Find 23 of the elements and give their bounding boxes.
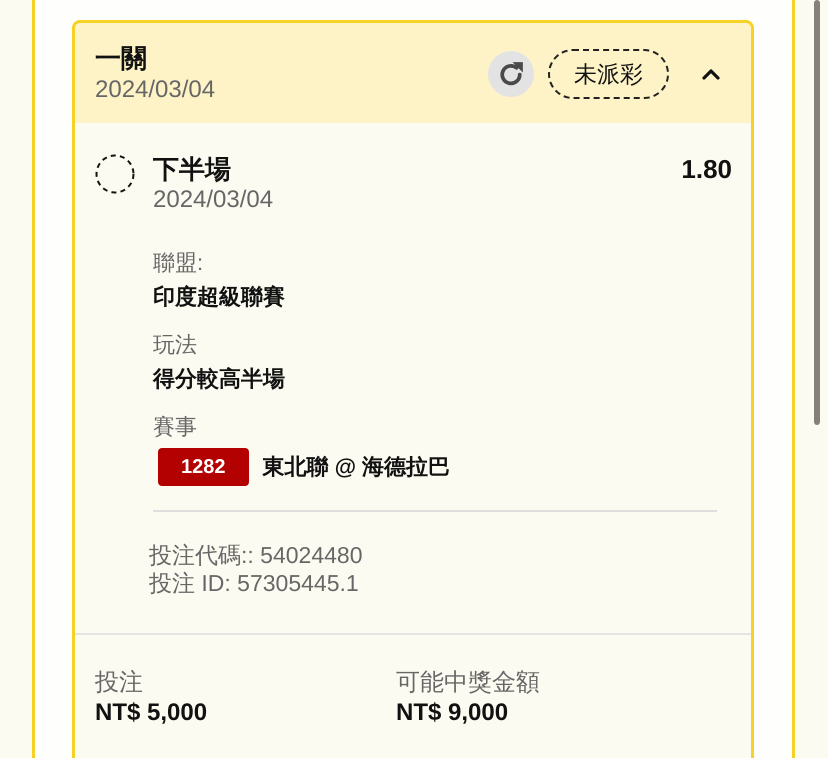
- bet-date: 2024/03/04: [95, 75, 216, 105]
- detail-label: 賽事: [153, 413, 198, 441]
- selection-date: 2024/03/04: [153, 185, 274, 215]
- scrollbar-thumb[interactable]: [814, 0, 820, 425]
- radio-button[interactable]: [95, 154, 135, 194]
- summary-amount: NT$ 9,000: [396, 698, 510, 728]
- detail-value: 得分較高半場: [153, 365, 286, 393]
- detail-label: 聯盟:: [153, 249, 204, 277]
- summary-label: 投注: [95, 668, 144, 698]
- bet-reference: 投注 ID: 57305445.1: [149, 569, 360, 597]
- odds-value: 1.80: [681, 153, 732, 185]
- summary-amount: NT$ 5,000: [95, 698, 208, 728]
- bet-type-title: 一關: [95, 42, 148, 75]
- selection-name: 下半場: [153, 153, 231, 185]
- chevron-up-icon[interactable]: [701, 66, 721, 80]
- summary-label: 可能中獎金額: [396, 668, 541, 698]
- detail-value: 印度超級聯賽: [153, 283, 286, 311]
- bet-reference: 投注代碼:: 54024480: [149, 541, 364, 569]
- refresh-button[interactable]: [488, 50, 534, 96]
- settlement-status-tag: 未派彩: [548, 48, 669, 98]
- match-number-tag: 1282: [158, 448, 248, 486]
- detail-label: 玩法: [153, 331, 198, 359]
- match-name: 東北聯 @ 海德拉巴: [262, 453, 450, 481]
